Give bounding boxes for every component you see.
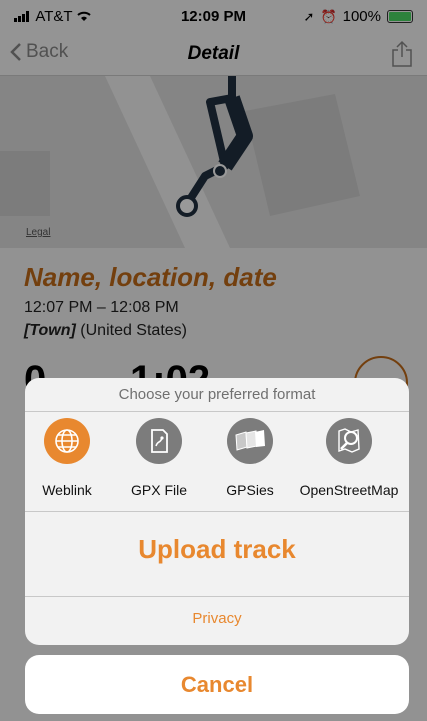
format-weblink[interactable]: Weblink xyxy=(25,418,111,498)
privacy-button[interactable]: Privacy xyxy=(25,610,409,627)
format-gpx-file[interactable]: GPX File xyxy=(115,418,203,498)
format-action-sheet: Choose your preferred format Weblink GPX… xyxy=(25,378,409,645)
divider xyxy=(25,411,409,412)
osm-magnifier-icon xyxy=(326,418,372,464)
divider xyxy=(25,596,409,597)
cancel-button[interactable]: Cancel xyxy=(25,655,409,714)
sheet-title: Choose your preferred format xyxy=(118,386,316,403)
globe-icon xyxy=(44,418,90,464)
maps-icon xyxy=(227,418,273,464)
format-label: Weblink xyxy=(42,482,92,498)
format-label: GPX File xyxy=(130,482,187,498)
format-label: OpenStreetMap xyxy=(299,482,399,498)
format-label: GPSies xyxy=(226,482,274,498)
upload-track-button[interactable]: Upload track xyxy=(25,534,409,565)
format-gpsies[interactable]: GPSies xyxy=(206,418,294,498)
divider xyxy=(25,511,409,512)
file-icon xyxy=(136,418,182,464)
format-openstreetmap[interactable]: OpenStreetMap xyxy=(297,418,401,498)
